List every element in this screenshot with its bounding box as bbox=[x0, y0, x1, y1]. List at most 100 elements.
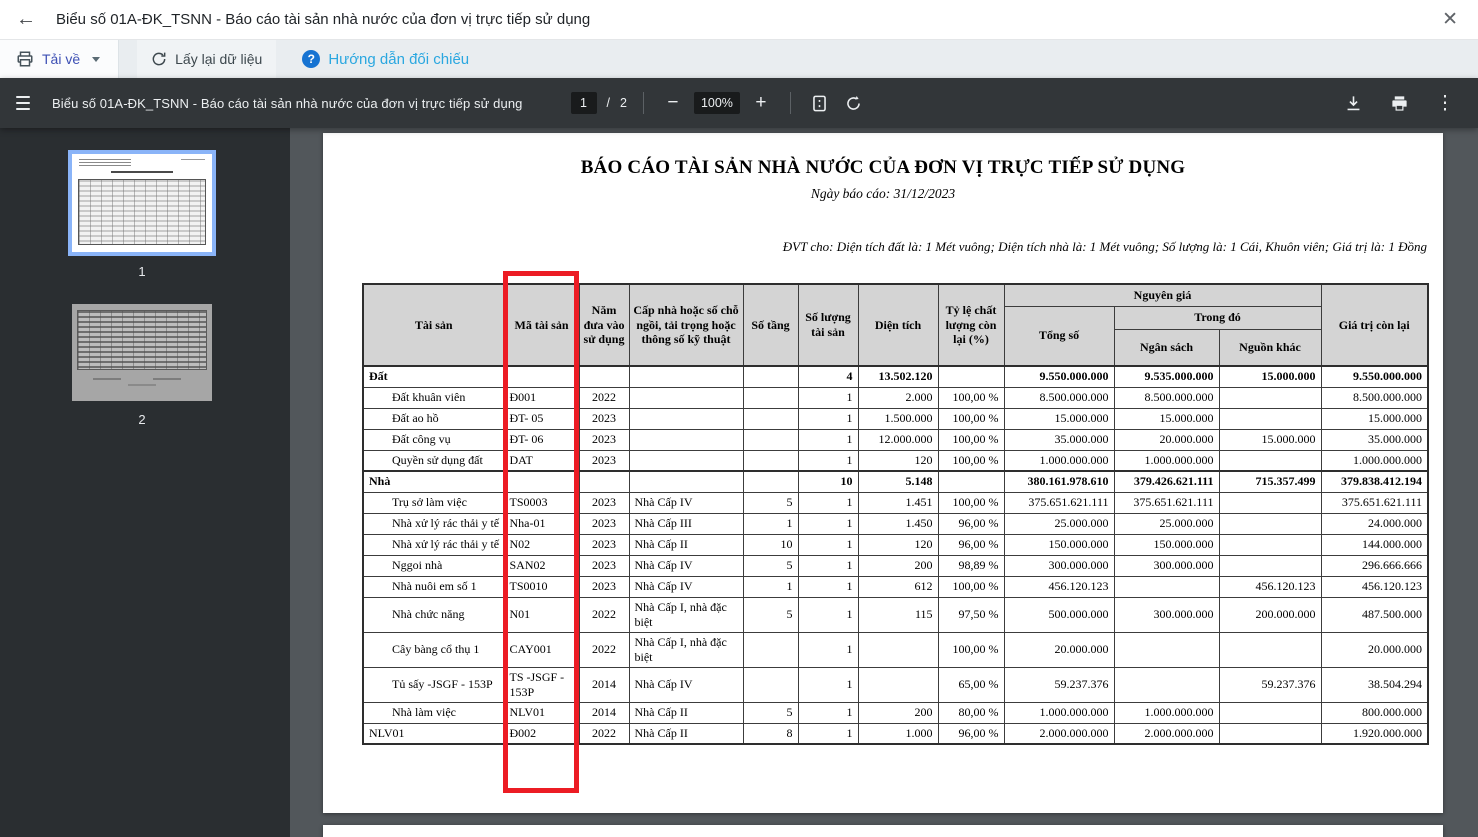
cell-area: 12.000.000 bbox=[858, 429, 938, 450]
cell-area: 5.148 bbox=[858, 471, 938, 492]
cell-quantity: 1 bbox=[798, 513, 858, 534]
page-total: 2 bbox=[620, 96, 627, 110]
page-thumbnail-1[interactable] bbox=[68, 150, 216, 256]
cell-building_class: Nhà Cấp II bbox=[629, 723, 743, 744]
cell-building_class: Nhà Cấp I, nhà đặc biệt bbox=[629, 597, 743, 632]
cell-budget: 9.535.000.000 bbox=[1114, 366, 1219, 387]
cell-remaining: 35.000.000 bbox=[1321, 429, 1428, 450]
zoom-level-input[interactable]: 100% bbox=[694, 92, 740, 114]
cell-total: 8.500.000.000 bbox=[1004, 387, 1114, 408]
cell-name: Nggoi nhà bbox=[363, 555, 504, 576]
reload-data-button[interactable]: Lấy lại dữ liệu bbox=[137, 40, 276, 78]
cell-floors bbox=[743, 471, 798, 492]
cell-remaining: 8.500.000.000 bbox=[1321, 387, 1428, 408]
cell-floors: 5 bbox=[743, 555, 798, 576]
cell-floors: 10 bbox=[743, 534, 798, 555]
cell-floors: 5 bbox=[743, 492, 798, 513]
comparison-guide-link[interactable]: ? Hướng dẫn đối chiếu bbox=[288, 40, 483, 78]
cell-budget bbox=[1114, 576, 1219, 597]
cell-quality: 100,00 % bbox=[938, 450, 1004, 471]
cell-floors: 1 bbox=[743, 513, 798, 534]
cell-other: 15.000.000 bbox=[1219, 429, 1321, 450]
cell-year bbox=[579, 366, 629, 387]
table-row: Nhà chức năngN012022Nhà Cấp I, nhà đặc b… bbox=[363, 597, 1428, 632]
zoom-out-button[interactable]: − bbox=[660, 92, 686, 114]
cell-remaining: 456.120.123 bbox=[1321, 576, 1428, 597]
cell-quality bbox=[938, 471, 1004, 492]
cell-code: Nha-01 bbox=[504, 513, 579, 534]
cell-floors: 1 bbox=[743, 576, 798, 597]
cell-remaining: 20.000.000 bbox=[1321, 632, 1428, 667]
download-icon[interactable] bbox=[1340, 90, 1366, 116]
cell-budget: 379.426.621.111 bbox=[1114, 471, 1219, 492]
table-row: Đất công vụĐT- 062023112.000.000100,00 %… bbox=[363, 429, 1428, 450]
app-window: ← Biểu số 01A-ĐK_TSNN - Báo cáo tài sản … bbox=[0, 0, 1478, 837]
table-row: Nggoi nhàSAN022023Nhà Cấp IV5120098,89 %… bbox=[363, 555, 1428, 576]
cell-total: 2.000.000.000 bbox=[1004, 723, 1114, 744]
report-title: BÁO CÁO TÀI SẢN NHÀ NƯỚC CỦA ĐƠN VỊ TRỰC… bbox=[323, 157, 1443, 179]
cell-quantity: 1 bbox=[798, 555, 858, 576]
col-header-quality: Tỷ lệ chất lượng còn lại (%) bbox=[938, 284, 1004, 366]
menu-icon[interactable] bbox=[14, 92, 32, 114]
cell-code: CAY001 bbox=[504, 632, 579, 667]
cell-quantity: 1 bbox=[798, 723, 858, 744]
col-header-quantity: Số lượng tài sản bbox=[798, 284, 858, 366]
cell-total: 456.120.123 bbox=[1004, 576, 1114, 597]
cell-area: 2.000 bbox=[858, 387, 938, 408]
download-report-button[interactable]: Tải về bbox=[0, 40, 119, 78]
cell-year: 2023 bbox=[579, 429, 629, 450]
cell-area: 13.502.120 bbox=[858, 366, 938, 387]
table-row: Nhà xử lý rác thải y tếNha-012023Nhà Cấp… bbox=[363, 513, 1428, 534]
cell-quality: 96,00 % bbox=[938, 723, 1004, 744]
cell-area: 200 bbox=[858, 555, 938, 576]
page-thumbnail-2[interactable] bbox=[72, 304, 212, 401]
pdf-content-area: 1 2 BÁO CÁO TÀI SẢN NHÀ NƯỚC CỦA ĐƠN VỊ … bbox=[0, 128, 1478, 837]
cell-year: 2022 bbox=[579, 387, 629, 408]
cell-building_class bbox=[629, 408, 743, 429]
cell-name: Đất công vụ bbox=[363, 429, 504, 450]
print-icon[interactable] bbox=[1386, 90, 1412, 116]
table-row: Đất khuân viênĐ001202212.000100,00 %8.50… bbox=[363, 387, 1428, 408]
cell-quantity: 1 bbox=[798, 576, 858, 597]
table-row: Trụ sở làm việcTS00032023Nhà Cấp IV511.4… bbox=[363, 492, 1428, 513]
download-button-label: Tải về bbox=[42, 51, 80, 67]
pdf-toolbar: Biểu số 01A-ĐK_TSNN - Báo cáo tài sản nh… bbox=[0, 78, 1478, 128]
close-icon[interactable]: ✕ bbox=[1440, 8, 1460, 31]
more-options-icon[interactable]: ⋮ bbox=[1432, 92, 1458, 115]
cell-name: Đất bbox=[363, 366, 504, 387]
cell-budget: 300.000.000 bbox=[1114, 555, 1219, 576]
cell-other: 15.000.000 bbox=[1219, 366, 1321, 387]
cell-name: NLV01 bbox=[363, 723, 504, 744]
cell-quality: 97,50 % bbox=[938, 597, 1004, 632]
cell-quality: 96,00 % bbox=[938, 534, 1004, 555]
zoom-in-button[interactable]: + bbox=[748, 92, 774, 114]
document-page-2 bbox=[323, 825, 1443, 837]
cell-total: 9.550.000.000 bbox=[1004, 366, 1114, 387]
cell-building_class: Nhà Cấp I, nhà đặc biệt bbox=[629, 632, 743, 667]
cell-code: SAN02 bbox=[504, 555, 579, 576]
cell-quality: 100,00 % bbox=[938, 387, 1004, 408]
cell-quality: 80,00 % bbox=[938, 702, 1004, 723]
pdf-viewer[interactable]: BÁO CÁO TÀI SẢN NHÀ NƯỚC CỦA ĐƠN VỊ TRỰC… bbox=[290, 128, 1478, 837]
cell-quantity: 1 bbox=[798, 450, 858, 471]
report-date: Ngày báo cáo: 31/12/2023 bbox=[323, 186, 1443, 202]
cell-remaining: 1.000.000.000 bbox=[1321, 450, 1428, 471]
cell-quantity: 1 bbox=[798, 534, 858, 555]
cell-area bbox=[858, 632, 938, 667]
cell-quality: 96,00 % bbox=[938, 513, 1004, 534]
guide-link-label: Hướng dẫn đối chiếu bbox=[328, 51, 469, 68]
thumbnail-page-number: 2 bbox=[72, 412, 212, 427]
cell-floors bbox=[743, 450, 798, 471]
rotate-icon[interactable] bbox=[841, 90, 867, 116]
cell-quality: 100,00 % bbox=[938, 429, 1004, 450]
table-row: Nhà xử lý rác thải y tếN022023Nhà Cấp II… bbox=[363, 534, 1428, 555]
back-arrow-icon[interactable]: ← bbox=[16, 8, 44, 31]
cell-year bbox=[579, 471, 629, 492]
cell-total: 300.000.000 bbox=[1004, 555, 1114, 576]
thumbnail-sidebar: 1 2 bbox=[0, 128, 290, 837]
page-number-input[interactable]: 1 bbox=[571, 92, 597, 114]
cell-year: 2023 bbox=[579, 408, 629, 429]
fit-page-button[interactable] bbox=[807, 90, 833, 116]
cell-budget bbox=[1114, 667, 1219, 702]
cell-other bbox=[1219, 702, 1321, 723]
